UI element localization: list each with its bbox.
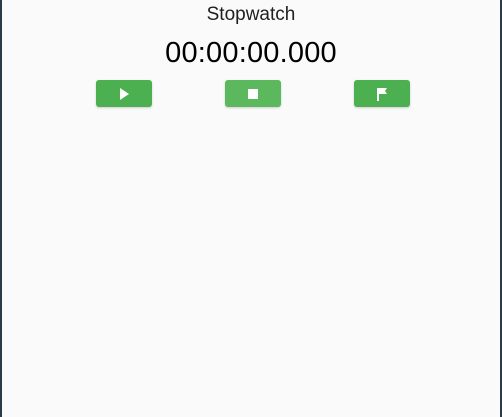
play-icon <box>117 87 131 101</box>
flag-icon <box>374 86 390 102</box>
app-title: Stopwatch <box>206 4 296 25</box>
start-button[interactable] <box>96 80 152 107</box>
stop-icon <box>247 88 259 100</box>
elapsed-time-display: 00:00:00.000 <box>165 37 337 69</box>
lap-button[interactable] <box>354 80 410 107</box>
stop-button[interactable] <box>225 80 281 107</box>
app-window: Stopwatch 00:00:00.000 <box>0 0 502 417</box>
